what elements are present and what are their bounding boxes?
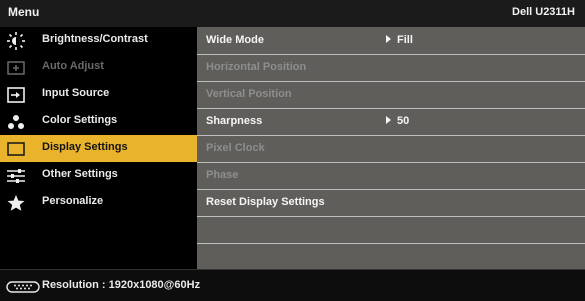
option-empty-row bbox=[197, 216, 585, 244]
menu-item-label: Color Settings bbox=[42, 114, 118, 126]
option-label: Sharpness bbox=[206, 115, 263, 127]
menu-item-display-settings[interactable]: Display Settings bbox=[0, 135, 197, 162]
menu-item-input-source[interactable]: Input Source bbox=[0, 81, 197, 108]
option-sharpness[interactable]: Sharpness 50 bbox=[197, 108, 585, 136]
menu-item-other-settings[interactable]: Other Settings bbox=[0, 162, 197, 189]
menu-item-label: Auto Adjust bbox=[42, 60, 104, 72]
auto-adjust-icon bbox=[6, 59, 26, 77]
option-wide-mode[interactable]: Wide Mode Fill bbox=[197, 27, 585, 55]
display-settings-panel: Wide Mode Fill Horizontal Position Verti… bbox=[197, 27, 585, 269]
option-label: Phase bbox=[206, 169, 239, 181]
menu-item-color-settings[interactable]: Color Settings bbox=[0, 108, 197, 135]
option-reset-display-settings[interactable]: Reset Display Settings bbox=[197, 189, 585, 217]
display-settings-icon bbox=[6, 140, 26, 158]
option-phase[interactable]: Phase bbox=[197, 162, 585, 190]
main-menu: Brightness/Contrast Auto Adjust Input So… bbox=[0, 27, 197, 269]
option-label: Pixel Clock bbox=[206, 142, 265, 154]
input-source-icon bbox=[6, 86, 26, 104]
resolution-readout: Resolution : 1920x1080@60Hz bbox=[42, 279, 201, 291]
status-bar: Resolution : 1920x1080@60Hz bbox=[0, 269, 585, 301]
option-pixel-clock[interactable]: Pixel Clock bbox=[197, 135, 585, 163]
option-label: Reset Display Settings bbox=[206, 196, 325, 208]
option-horizontal-position[interactable]: Horizontal Position bbox=[197, 54, 585, 82]
option-vertical-position[interactable]: Vertical Position bbox=[197, 81, 585, 109]
menu-item-auto-adjust[interactable]: Auto Adjust bbox=[0, 54, 197, 81]
option-label: Horizontal Position bbox=[206, 61, 307, 73]
option-label: Vertical Position bbox=[206, 88, 292, 100]
vga-connector-icon bbox=[6, 280, 40, 293]
option-value: Fill bbox=[386, 34, 413, 46]
menu-title: Menu bbox=[8, 5, 40, 19]
osd-header: Menu Dell U2311H bbox=[0, 0, 585, 28]
option-label: Wide Mode bbox=[206, 34, 264, 46]
menu-item-personalize[interactable]: Personalize bbox=[0, 189, 197, 216]
triangle-right-icon bbox=[386, 116, 391, 125]
other-settings-icon bbox=[6, 167, 26, 185]
menu-item-brightness-contrast[interactable]: Brightness/Contrast bbox=[0, 27, 197, 54]
menu-item-label: Display Settings bbox=[42, 141, 128, 153]
monitor-osd: Menu Dell U2311H Brightness/Contrast Aut… bbox=[0, 0, 585, 301]
star-icon bbox=[6, 194, 26, 212]
menu-item-label: Brightness/Contrast bbox=[42, 33, 148, 45]
monitor-model: Dell U2311H bbox=[512, 6, 575, 18]
menu-item-label: Input Source bbox=[42, 87, 110, 99]
brightness-icon bbox=[6, 32, 26, 50]
triangle-right-icon bbox=[386, 35, 391, 44]
menu-item-label: Personalize bbox=[42, 195, 104, 207]
option-value: 50 bbox=[386, 115, 409, 127]
color-settings-icon bbox=[6, 113, 26, 131]
menu-item-label: Other Settings bbox=[42, 168, 118, 180]
